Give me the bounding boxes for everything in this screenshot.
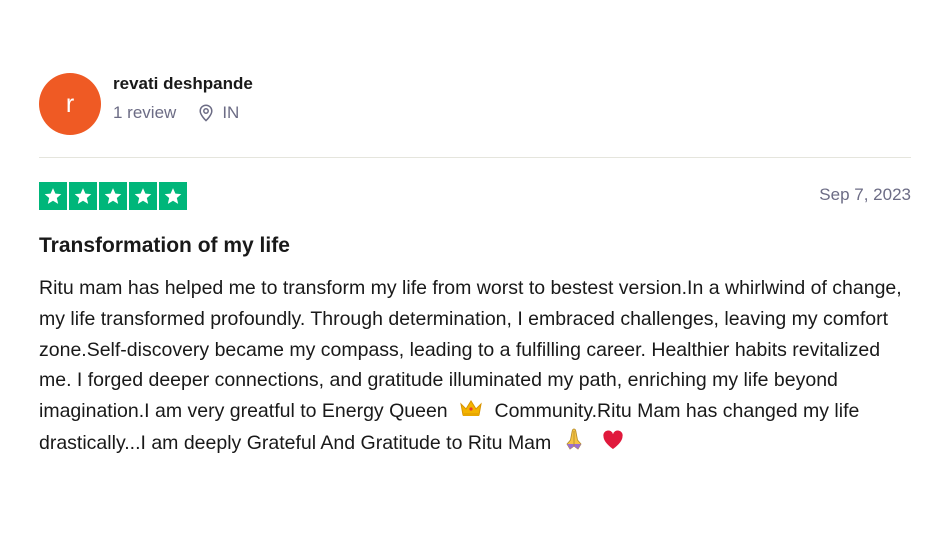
avatar[interactable]: r (39, 73, 101, 135)
crown-emoji-icon (459, 397, 483, 428)
reviewer-meta: 1 review IN (113, 103, 253, 123)
folded-hands-emoji-icon (563, 427, 585, 461)
review-count: 1 review (113, 103, 177, 122)
reviewer-header: r revati deshpande 1 review IN (39, 73, 253, 135)
star-icon (159, 182, 187, 210)
review-body: Ritu mam has helped me to transform my l… (39, 273, 914, 461)
star-icon (99, 182, 127, 210)
star-icon (129, 182, 157, 210)
reviewer-name[interactable]: revati deshpande (113, 73, 253, 95)
reviewer-location: IN (198, 103, 239, 123)
avatar-initial: r (65, 89, 75, 118)
star-icon (39, 182, 67, 210)
review-title[interactable]: Transformation of my life (39, 234, 290, 258)
red-heart-emoji-icon (602, 429, 624, 460)
star-icon (69, 182, 97, 210)
location-pin-icon (199, 104, 213, 122)
star-rating (39, 182, 187, 210)
reviewer-info: revati deshpande 1 review IN (113, 74, 253, 123)
location-code: IN (222, 103, 240, 122)
divider (39, 157, 911, 158)
review-date: Sep 7, 2023 (819, 185, 911, 204)
